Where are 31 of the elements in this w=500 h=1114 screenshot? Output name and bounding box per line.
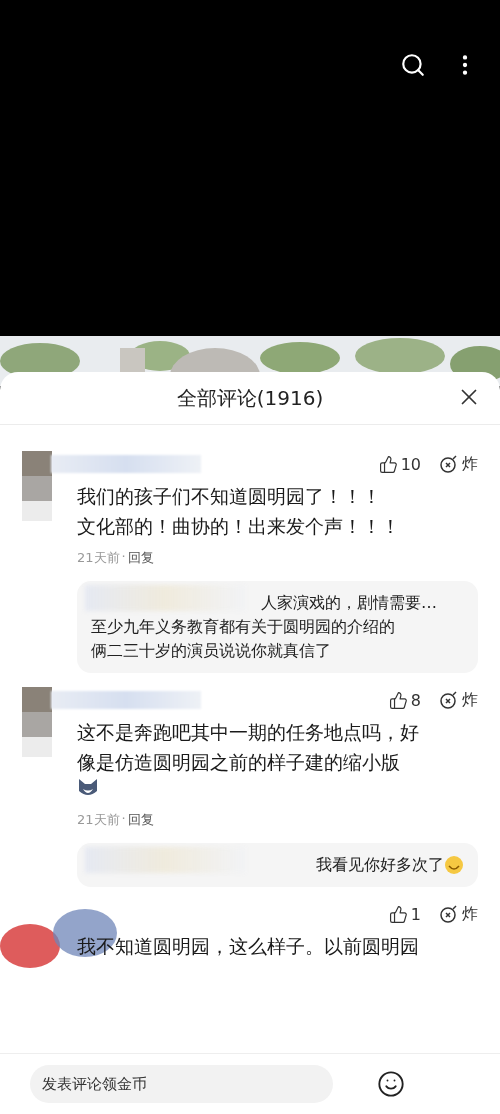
thumbs-up-icon xyxy=(388,690,408,710)
thumbs-up-icon xyxy=(378,454,398,474)
like-button[interactable]: 10 xyxy=(378,454,421,474)
sheet-title: 全部评论(1916) xyxy=(176,384,324,412)
comment-input[interactable]: 发表评论领金币 xyxy=(30,1065,333,1103)
comment-time: 21天前 xyxy=(77,549,120,567)
comment-text: 我们的孩子们不知道圆明园了！！！ 文化部的！曲协的！出来发个声！！！ xyxy=(77,484,401,539)
reply-text: 俩二三十岁的演员说说你就真信了 xyxy=(91,640,331,662)
reply-link[interactable]: 回复 xyxy=(127,549,154,567)
reply-link[interactable]: 回复 xyxy=(127,811,154,829)
search-icon[interactable] xyxy=(400,52,426,78)
bomb-icon xyxy=(439,904,459,924)
bomb-button[interactable]: 炸 xyxy=(439,903,478,925)
emoji-icon[interactable] xyxy=(377,1070,405,1098)
comment-text: 这不是奔跑吧其中一期的任务地点吗，好 像是仿造圆明园之前的样子建的缩小版 xyxy=(77,720,420,775)
separator-dot: · xyxy=(121,549,126,566)
separator-dot: · xyxy=(121,811,126,828)
reply-text: 至少九年义务教育都有关于圆明园的介绍的 xyxy=(91,616,395,638)
reply-preview[interactable]: 人家演戏的，剧情需要… 至少九年义务教育都有关于圆明园的介绍的 俩二三十岁的演员说说你就真信了 xyxy=(77,581,478,673)
bomb-icon xyxy=(439,454,459,474)
comment-text: 我不知道圆明园，这么样子。以前圆明园 xyxy=(77,934,420,959)
comment-time: 21天前 xyxy=(77,811,120,829)
thumbs-up-icon xyxy=(388,904,408,924)
bomb-button[interactable]: 炸 xyxy=(439,689,478,711)
bomb-icon xyxy=(439,690,459,710)
like-button[interactable]: 8 xyxy=(388,690,421,710)
bomb-button[interactable]: 炸 xyxy=(439,453,478,475)
like-button[interactable]: 1 xyxy=(388,904,421,924)
reply-text: 人家演戏的，剧情需要… xyxy=(261,592,437,614)
reply-preview[interactable]: 我看见你好多次了 xyxy=(77,843,478,887)
reply-text: 我看见你好多次了 xyxy=(316,853,464,877)
